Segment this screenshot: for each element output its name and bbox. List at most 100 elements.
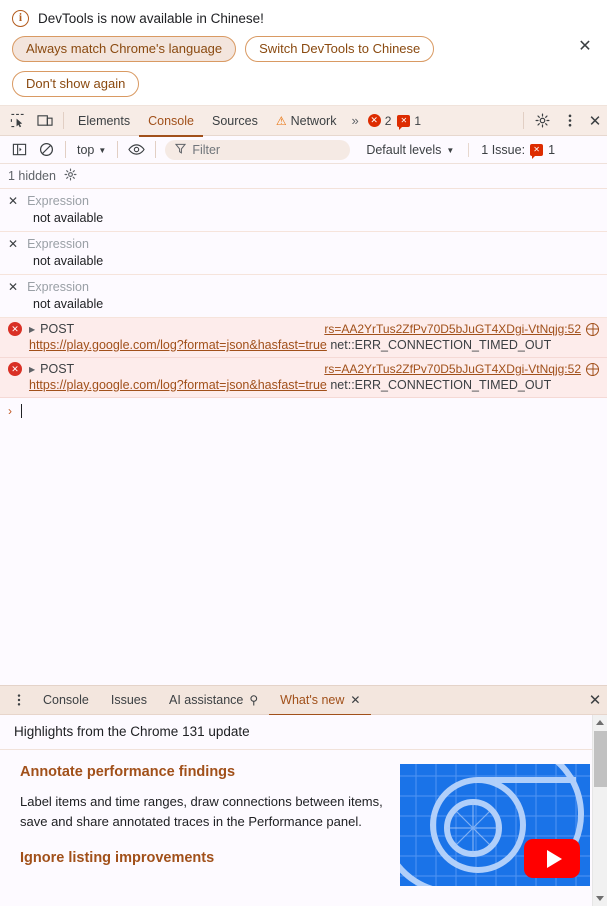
text-cursor [21, 404, 22, 418]
live-expression-row: ✕ Expression not available [0, 275, 607, 318]
more-tabs-icon[interactable]: » [345, 113, 364, 128]
live-expression-value: not available [33, 297, 599, 311]
scrollbar-thumb[interactable] [594, 731, 607, 787]
live-expression-name[interactable]: Expression [27, 194, 89, 208]
tab-sources[interactable]: Sources [203, 107, 267, 137]
live-expression-name[interactable]: Expression [27, 237, 89, 251]
drawer-tab-whats-new[interactable]: What's new ✕ [269, 687, 371, 716]
console-sidebar-icon[interactable] [6, 137, 33, 163]
tab-elements-label: Elements [78, 114, 130, 128]
live-expression-name[interactable]: Expression [27, 280, 89, 294]
remove-expression-icon[interactable]: ✕ [8, 280, 18, 294]
whats-new-header: Highlights from the Chrome 131 update [0, 715, 607, 750]
gear-icon-hidden-settings[interactable] [64, 168, 77, 184]
kebab-menu-icon-drawer[interactable] [5, 687, 32, 713]
drawer-tab-whats-new-label: What's new [280, 693, 344, 707]
inspect-element-icon[interactable] [4, 108, 31, 134]
issue-count-badge[interactable]: ✕ 1 [394, 114, 424, 128]
remove-expression-icon[interactable]: ✕ [8, 194, 18, 208]
error-count-badge[interactable]: ✕ 2 [365, 114, 395, 128]
banner-action-buttons: Always match Chrome's language Switch De… [12, 36, 532, 97]
error-url-link[interactable]: https://play.google.com/log?format=json&… [29, 378, 327, 392]
always-match-chrome-language-button[interactable]: Always match Chrome's language [12, 36, 236, 62]
live-expression-value: not available [33, 211, 599, 225]
network-globe-icon[interactable] [586, 323, 599, 336]
toolbar-divider [63, 112, 64, 129]
drawer-tab-ai-assistance-label: AI assistance [169, 693, 243, 707]
filter-input[interactable]: Filter [165, 140, 350, 160]
tab-elements[interactable]: Elements [69, 107, 139, 137]
error-circle-icon: ✕ [8, 362, 22, 376]
play-triangle-icon [547, 850, 562, 868]
close-devtools-icon[interactable]: ✕ [583, 108, 607, 134]
issue-count-label: 1 [414, 114, 421, 128]
banner-message: DevTools is now available in Chinese! [38, 11, 264, 26]
remove-expression-icon[interactable]: ✕ [8, 237, 18, 251]
console-prompt[interactable]: › [0, 398, 607, 424]
error-source-link[interactable]: rs=AA2YrTus2ZfPv70D5bJuGT4XDgi-VtNqjg:52 [324, 322, 581, 336]
console-error-row[interactable]: ✕ ▶ POST rs=AA2YrTus2ZfPv70D5bJuGT4XDgi-… [0, 318, 607, 358]
device-toolbar-icon[interactable] [31, 108, 58, 134]
filter-icon [175, 143, 186, 157]
banner-close-icon[interactable]: ✕ [575, 37, 595, 57]
whats-new-heading-2: Ignore listing improvements [20, 850, 386, 866]
info-icon: i [12, 10, 29, 27]
drawer-scrollbar[interactable] [592, 715, 607, 906]
drawer-tabbar: Console Issues AI assistance ⚲ What's ne… [0, 686, 607, 715]
issues-label: 1 Issue: [481, 143, 525, 157]
issues-count-value: 1 [548, 143, 555, 157]
drawer-tab-console-label: Console [43, 693, 89, 707]
error-source-link[interactable]: rs=AA2YrTus2ZfPv70D5bJuGT4XDgi-VtNqjg:52 [324, 362, 581, 376]
kebab-menu-icon[interactable] [556, 108, 583, 134]
drawer-tab-ai-assistance[interactable]: AI assistance ⚲ [158, 687, 269, 716]
error-code-label: net::ERR_CONNECTION_TIMED_OUT [330, 378, 551, 392]
tab-network-label: Network [291, 114, 337, 128]
youtube-play-button[interactable] [524, 839, 580, 878]
error-source-group: rs=AA2YrTus2ZfPv70D5bJuGT4XDgi-VtNqjg:52 [324, 362, 599, 376]
scroll-down-arrow[interactable] [593, 891, 607, 906]
scroll-up-arrow[interactable] [593, 715, 607, 730]
error-code-label: net::ERR_CONNECTION_TIMED_OUT [330, 338, 551, 352]
console-message-list: ✕ Expression not available ✕ Expression … [0, 189, 607, 655]
network-globe-icon[interactable] [586, 363, 599, 376]
devtools-drawer: Console Issues AI assistance ⚲ What's ne… [0, 685, 607, 905]
error-count-label: 2 [385, 114, 392, 128]
drawer-tab-issues-label: Issues [111, 693, 147, 707]
close-tab-icon[interactable]: ✕ [350, 693, 360, 707]
expand-error-icon[interactable]: ▶ [29, 365, 35, 374]
console-toolbar-divider-1 [65, 141, 66, 158]
expand-error-icon[interactable]: ▶ [29, 325, 35, 334]
tab-console[interactable]: Console [139, 107, 203, 137]
flask-icon: ⚲ [249, 693, 258, 707]
error-source-group: rs=AA2YrTus2ZfPv70D5bJuGT4XDgi-VtNqjg:52 [324, 322, 599, 336]
drawer-tab-issues[interactable]: Issues [100, 687, 158, 716]
live-expression-row: ✕ Expression not available [0, 189, 607, 232]
main-panel-tabbar: Elements Console Sources ⚠ Network » ✕ 2… [0, 106, 607, 136]
whats-new-heading-1: Annotate performance findings [20, 764, 386, 780]
whats-new-text-column: Annotate performance findings Label item… [0, 764, 400, 886]
console-error-row[interactable]: ✕ ▶ POST rs=AA2YrTus2ZfPv70D5bJuGT4XDgi-… [0, 358, 607, 398]
close-drawer-icon[interactable]: ✕ [583, 687, 607, 713]
toolbar-divider-right [523, 112, 524, 129]
live-expression-header: ✕ Expression [8, 280, 599, 294]
issues-counter[interactable]: 1 Issue: ✕ 1 [468, 143, 555, 157]
language-notification-banner: i DevTools is now available in Chinese! … [0, 0, 607, 106]
gear-icon[interactable] [529, 108, 556, 134]
whats-new-video-thumbnail[interactable] [400, 764, 590, 886]
drawer-tab-console[interactable]: Console [32, 687, 100, 716]
banner-message-row: i DevTools is now available in Chinese! [12, 10, 595, 27]
dont-show-again-button[interactable]: Don't show again [12, 71, 139, 97]
clear-console-icon[interactable] [33, 137, 60, 163]
error-method-label: POST [40, 322, 74, 336]
tab-network[interactable]: ⚠ Network [267, 107, 346, 137]
execution-context-selector[interactable]: top ▼ [71, 141, 112, 159]
prompt-caret-icon: › [8, 404, 12, 418]
chevron-down-icon-levels: ▼ [446, 147, 454, 155]
live-expression-eye-icon[interactable] [123, 137, 150, 163]
error-url-link[interactable]: https://play.google.com/log?format=json&… [29, 338, 327, 352]
log-levels-selector[interactable]: Default levels ▼ [366, 143, 454, 157]
chevron-down-icon: ▼ [98, 147, 106, 155]
switch-devtools-to-chinese-button[interactable]: Switch DevTools to Chinese [245, 36, 434, 62]
error-circle-icon: ✕ [8, 322, 22, 336]
hidden-count-label: 1 hidden [8, 169, 56, 183]
